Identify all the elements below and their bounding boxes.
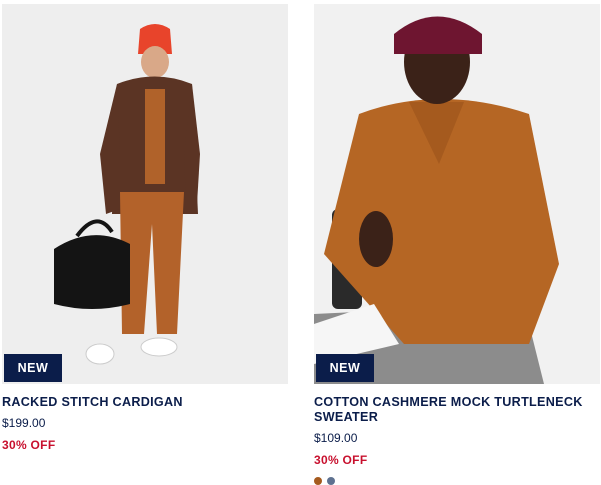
promo-label: 30% OFF [314, 453, 368, 467]
new-badge: NEW [4, 354, 62, 382]
product-name[interactable]: COTTON CASHMERE MOCK TURTLENECK SWEATER [314, 395, 600, 425]
product-card[interactable]: NEW COTTON CASHMERE MOCK TURTLENECK SWEA… [314, 4, 600, 485]
product-name[interactable]: RACKED STITCH CARDIGAN [2, 395, 288, 410]
product-price: $199.00 [2, 416, 46, 430]
model-photo [314, 4, 600, 384]
new-badge: NEW [316, 354, 374, 382]
product-image[interactable]: NEW [2, 4, 288, 384]
product-card[interactable]: NEW RACKED STITCH CARDIGAN $199.00 30% O… [2, 4, 288, 452]
promo-label: 30% OFF [2, 438, 56, 452]
product-price: $109.00 [314, 431, 358, 445]
product-image[interactable]: NEW [314, 4, 600, 384]
model-photo [2, 4, 288, 384]
